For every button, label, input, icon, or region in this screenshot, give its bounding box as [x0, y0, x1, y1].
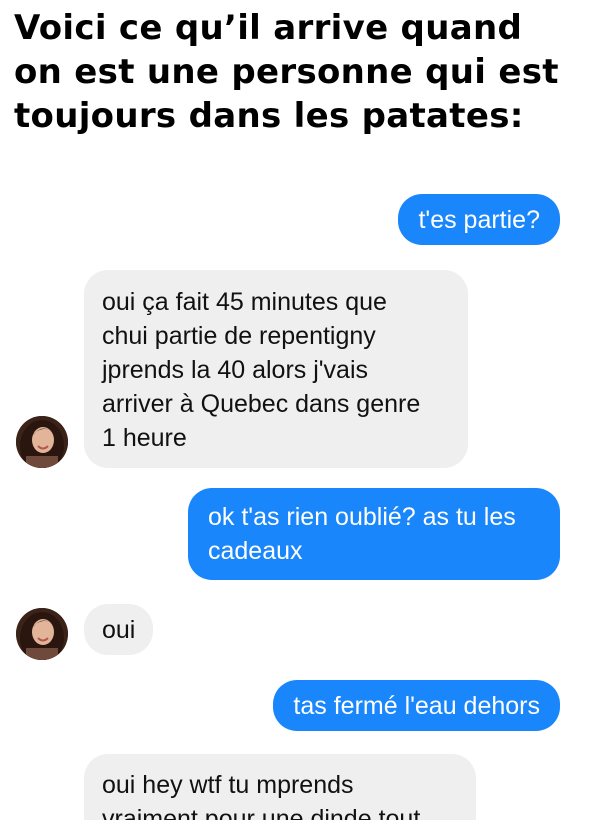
contact-photo-icon	[16, 608, 68, 660]
incoming-message-bubble[interactable]: oui ça fait 45 minutes que chui partie d…	[84, 270, 468, 468]
message-text: jprends la 40 alors j'vais	[102, 356, 369, 384]
message-text: tas fermé l'eau dehors	[293, 692, 540, 720]
incoming-message-bubble[interactable]: oui hey wtf tu mprends vraiment pour une…	[84, 754, 476, 820]
contact-avatar[interactable]	[16, 608, 68, 660]
caption-line: on est une personne qui est	[14, 52, 559, 92]
meme-caption: Voici ce qu’il arrive quand on est une p…	[14, 6, 594, 138]
message-text: oui	[102, 616, 136, 644]
outgoing-message-bubble[interactable]: ok t'as rien oublié? as tu les cadeaux	[188, 488, 560, 580]
message-text: 1 heure	[102, 424, 187, 452]
message-text: cadeaux	[208, 537, 303, 565]
caption-line: Voici ce qu’il arrive quand	[14, 8, 523, 48]
outgoing-message-bubble[interactable]: tas fermé l'eau dehors	[273, 680, 560, 731]
message-text: ok t'as rien oublié? as tu les	[208, 503, 516, 531]
contact-avatar[interactable]	[16, 416, 68, 468]
message-text: vraiment pour une dinde tout	[102, 805, 421, 820]
message-text: arriver à Quebec dans genre	[102, 390, 421, 418]
message-text: t'es partie?	[418, 206, 540, 234]
outgoing-message-bubble[interactable]: t'es partie?	[398, 194, 560, 245]
caption-line: toujours dans les patates:	[14, 96, 524, 136]
contact-photo-icon	[16, 416, 68, 468]
message-text: chui partie de repentigny	[102, 322, 376, 350]
message-text: oui hey wtf tu mprends	[102, 771, 354, 799]
incoming-message-bubble[interactable]: oui	[84, 604, 154, 655]
message-text: oui ça fait 45 minutes que	[102, 288, 387, 316]
